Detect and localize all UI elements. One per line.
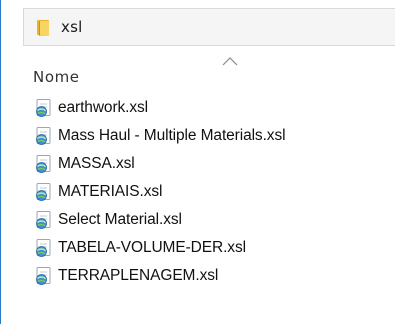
file-item[interactable]: earthwork.xsl (34, 94, 285, 122)
file-name: earthwork.xsl (58, 99, 149, 116)
sort-ascending-icon[interactable] (222, 56, 238, 66)
file-item[interactable]: MATERIAIS.xsl (34, 178, 285, 206)
file-item[interactable]: TABELA-VOLUME-DER.xsl (34, 234, 285, 262)
xsl-file-icon (36, 267, 51, 285)
column-header-name[interactable]: Nome (33, 68, 80, 86)
file-item[interactable]: Select Material.xsl (34, 206, 285, 234)
address-bar[interactable]: xsl (23, 8, 395, 46)
file-list: earthwork.xsl Mass Haul - Multiple Mater… (34, 94, 286, 290)
xsl-file-icon (36, 127, 51, 145)
file-item[interactable]: MASSA.xsl (34, 150, 285, 178)
file-item[interactable]: Mass Haul - Multiple Materials.xsl (34, 122, 286, 150)
folder-icon (37, 18, 51, 36)
xsl-file-icon (36, 239, 51, 257)
file-name: Select Material.xsl (58, 211, 182, 228)
xsl-file-icon (36, 155, 51, 173)
file-name: MASSA.xsl (58, 155, 135, 172)
file-item[interactable]: TERRAPLENAGEM.xsl (34, 262, 285, 290)
file-name: Mass Haul - Multiple Materials.xsl (58, 127, 286, 144)
xsl-file-icon (36, 183, 51, 201)
file-name: MATERIAIS.xsl (58, 183, 163, 200)
address-path-label: xsl (61, 18, 83, 36)
explorer-window: xsl Nome earthwork.xsl Mass Haul - Multi… (0, 0, 395, 324)
file-name: TERRAPLENAGEM.xsl (58, 267, 219, 284)
xsl-file-icon (36, 211, 51, 229)
file-name: TABELA-VOLUME-DER.xsl (58, 239, 246, 256)
xsl-file-icon (36, 99, 51, 117)
